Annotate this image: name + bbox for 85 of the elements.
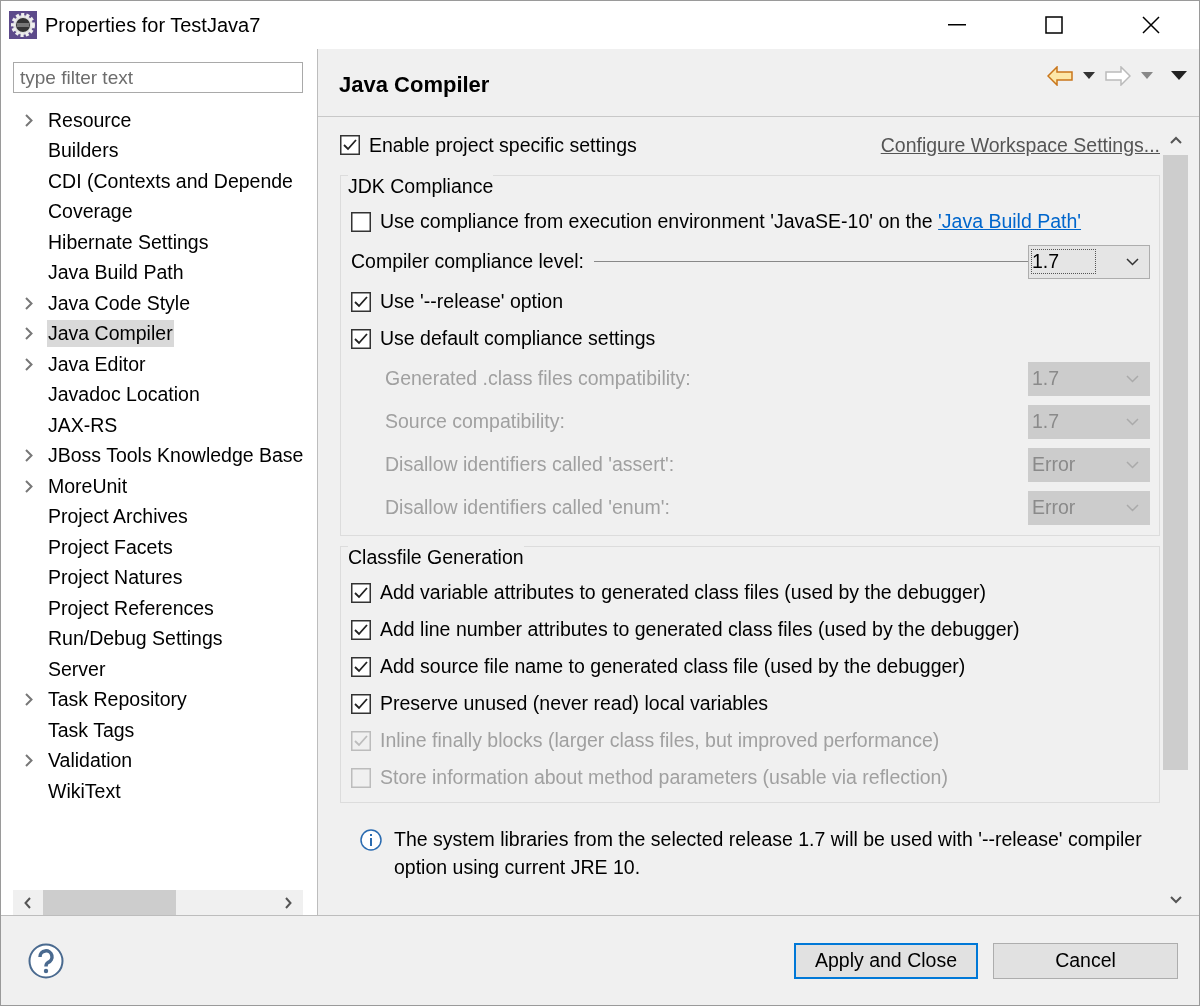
chevron-right-icon[interactable] (25, 754, 33, 768)
tree-item[interactable]: Run/Debug Settings (47, 625, 224, 653)
field-label: Generated .class files compatibility: (385, 367, 691, 390)
scroll-left-icon[interactable] (24, 896, 32, 909)
checkbox-label: Preserve unused (never read) local variables (380, 692, 769, 715)
checkbox[interactable] (351, 291, 371, 312)
tree-item[interactable]: Java Code Style (47, 289, 191, 317)
tree-item[interactable]: Project References (47, 594, 215, 622)
dropdown-arrow-icon[interactable] (1083, 72, 1095, 79)
scroll-up-icon[interactable] (1169, 136, 1182, 144)
view-menu-icon[interactable] (1171, 71, 1187, 80)
tree-item[interactable]: Javadoc Location (47, 381, 201, 409)
tree-item[interactable]: MoreUnit (47, 472, 129, 500)
checkbox[interactable] (351, 328, 371, 349)
tree-item[interactable]: Java Build Path (47, 259, 185, 287)
info-icon (360, 829, 382, 851)
back-arrow-icon[interactable] (1047, 65, 1073, 86)
checkbox-label: Enable project specific settings (369, 133, 637, 157)
checkbox[interactable] (351, 693, 371, 714)
minimize-icon (947, 24, 966, 26)
tree-item[interactable]: Builders (47, 137, 120, 165)
maximize-icon (1044, 16, 1063, 34)
group-title: JDK Compliance (348, 175, 494, 199)
tree-item[interactable]: Project Natures (47, 564, 184, 592)
checkbox[interactable] (351, 211, 371, 232)
chevron-down-icon (1126, 503, 1139, 512)
tree-item[interactable]: WikiText (47, 777, 122, 805)
chevron-down-icon (1126, 257, 1139, 266)
checkbox[interactable] (351, 656, 371, 677)
tree-item[interactable]: Hibernate Settings (47, 228, 210, 256)
close-icon (1141, 16, 1160, 34)
help-icon[interactable] (28, 942, 64, 979)
field-label: Compiler compliance level: (351, 250, 584, 273)
checkbox[interactable] (351, 582, 371, 603)
app-gear-icon (9, 11, 37, 39)
filter-field[interactable]: type filter text (13, 62, 303, 93)
chevron-right-icon[interactable] (25, 693, 33, 707)
checkbox-label: Store information about method parameters (usable via reflection) (380, 766, 948, 789)
tree-item[interactable]: Java Compiler (47, 320, 174, 348)
chevron-right-icon[interactable] (25, 479, 33, 493)
field-label: Disallow identifiers called 'enum': (385, 496, 670, 519)
page-title: Java Compiler (339, 70, 491, 98)
checkbox[interactable] (340, 135, 360, 155)
tree-item[interactable]: Resource (47, 106, 133, 134)
tree-item[interactable]: Java Editor (47, 350, 147, 378)
tree-item[interactable]: JAX-RS (47, 411, 119, 439)
chevron-right-icon[interactable] (25, 327, 33, 341)
tree-item[interactable]: Validation (47, 747, 134, 775)
scrollbar-thumb[interactable] (43, 890, 176, 915)
tree-item[interactable]: Task Tags (47, 716, 136, 744)
tree-item[interactable]: Server (47, 655, 107, 683)
chevron-down-icon (1126, 374, 1139, 383)
dialog-button[interactable]: Cancel (993, 942, 1178, 979)
chevron-right-icon[interactable] (25, 113, 33, 127)
tree-item[interactable]: Project Archives (47, 503, 189, 531)
chevron-right-icon[interactable] (25, 357, 33, 371)
checkbox-label: Inline finally blocks (larger class files, but improved performance) (380, 729, 940, 752)
window-title: Properties for TestJava7 (45, 13, 262, 37)
field-label: Source compatibility: (385, 410, 565, 433)
chevron-down-icon (1126, 460, 1139, 469)
scroll-down-icon[interactable] (1169, 896, 1182, 904)
tree-item[interactable]: JBoss Tools Knowledge Base (47, 442, 305, 470)
configure-workspace-link[interactable]: Configure Workspace Settings... (880, 133, 1160, 157)
chevron-right-icon[interactable] (25, 296, 33, 310)
checkbox-label: Add line number attributes to generated class files (used by the debugger) (380, 618, 1020, 641)
field-label: Disallow identifiers called 'assert': (385, 453, 675, 476)
checkbox-label: Add variable attributes to generated class files (used by the debugger) (380, 581, 986, 604)
dropdown[interactable]: 1.7 (1028, 244, 1150, 279)
tree-item[interactable]: Project Facets (47, 533, 174, 561)
chevron-down-icon (1126, 417, 1139, 426)
checkbox[interactable] (351, 619, 371, 640)
scroll-right-icon[interactable] (284, 896, 292, 909)
checkbox-label: Use default compliance settings (380, 327, 656, 350)
tree-item[interactable]: CDI (Contexts and Depende (47, 167, 294, 195)
tree-item[interactable]: Task Repository (47, 686, 188, 714)
checkbox-label: Use '--release' option (380, 290, 564, 313)
horizontal-scrollbar[interactable] (13, 890, 303, 915)
scrollbar-thumb[interactable] (1163, 155, 1188, 770)
java-build-path-link[interactable]: 'Java Build Path' (938, 210, 1082, 232)
checkbox-label: Use compliance from execution environment 'JavaSE-10' on the 'Java Build Path' (380, 210, 1082, 233)
tree-item[interactable]: Coverage (47, 198, 134, 226)
info-message: The system libraries from the selected release 1.7 will be used with '--release' compiler option using current JRE 10. (394, 827, 1143, 880)
checkbox-label: Add source file name to generated class file (used by the debugger) (380, 655, 966, 678)
dialog-button[interactable]: Apply and Close (794, 942, 978, 979)
chevron-right-icon[interactable] (25, 449, 33, 463)
